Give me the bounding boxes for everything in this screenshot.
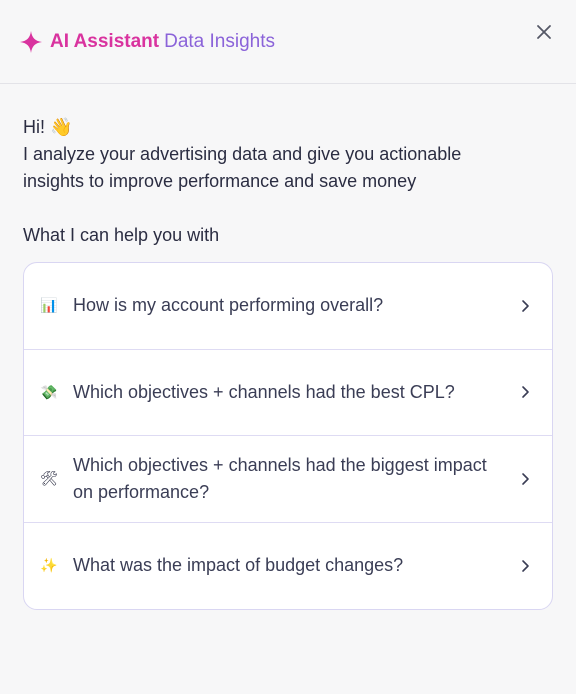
sparkles-icon: ✨ [40, 557, 58, 574]
suggestion-label: Which objectives + channels had the bigg… [73, 454, 487, 502]
suggestions-card: 📊 How is my account performing overall? … [23, 262, 553, 610]
chevron-right-icon [520, 385, 530, 399]
greeting-text: Hi! 👋 [23, 117, 73, 137]
suggestion-label: How is my account performing overall? [73, 295, 384, 316]
chat-content: Hi! 👋 I analyze your advertising data an… [0, 84, 576, 610]
chevron-right-icon [520, 559, 530, 573]
chevron-right-icon [520, 299, 530, 313]
suggestion-label: What was the impact of budget changes? [73, 555, 404, 576]
header: AI Assistant Data Insights [0, 0, 576, 84]
close-button[interactable] [534, 22, 554, 42]
intro-text: I analyze your advertising data and give… [23, 144, 462, 191]
app-subtitle: Data Insights [164, 30, 276, 52]
suggestion-item-account-performance[interactable]: 📊 How is my account performing overall? [24, 263, 552, 350]
sparkle-icon [20, 30, 42, 53]
app-title: AI Assistant [50, 30, 160, 52]
money-wings-icon: 💸 [40, 383, 58, 400]
help-title: What I can help you with [23, 225, 220, 245]
suggestion-item-best-cpl[interactable]: 💸 Which objectives + channels had the be… [24, 350, 552, 436]
hammer-wrench-icon: 🛠 [40, 470, 58, 487]
suggestion-item-biggest-impact[interactable]: 🛠 Which objectives + channels had the bi… [24, 436, 552, 523]
chevron-right-icon [520, 472, 530, 486]
suggestion-label: Which objectives + channels had the best… [73, 381, 455, 402]
suggestion-item-budget-changes[interactable]: ✨ What was the impact of budget changes? [24, 523, 552, 610]
close-icon [537, 25, 551, 39]
bar-chart-icon: 📊 [40, 297, 58, 314]
